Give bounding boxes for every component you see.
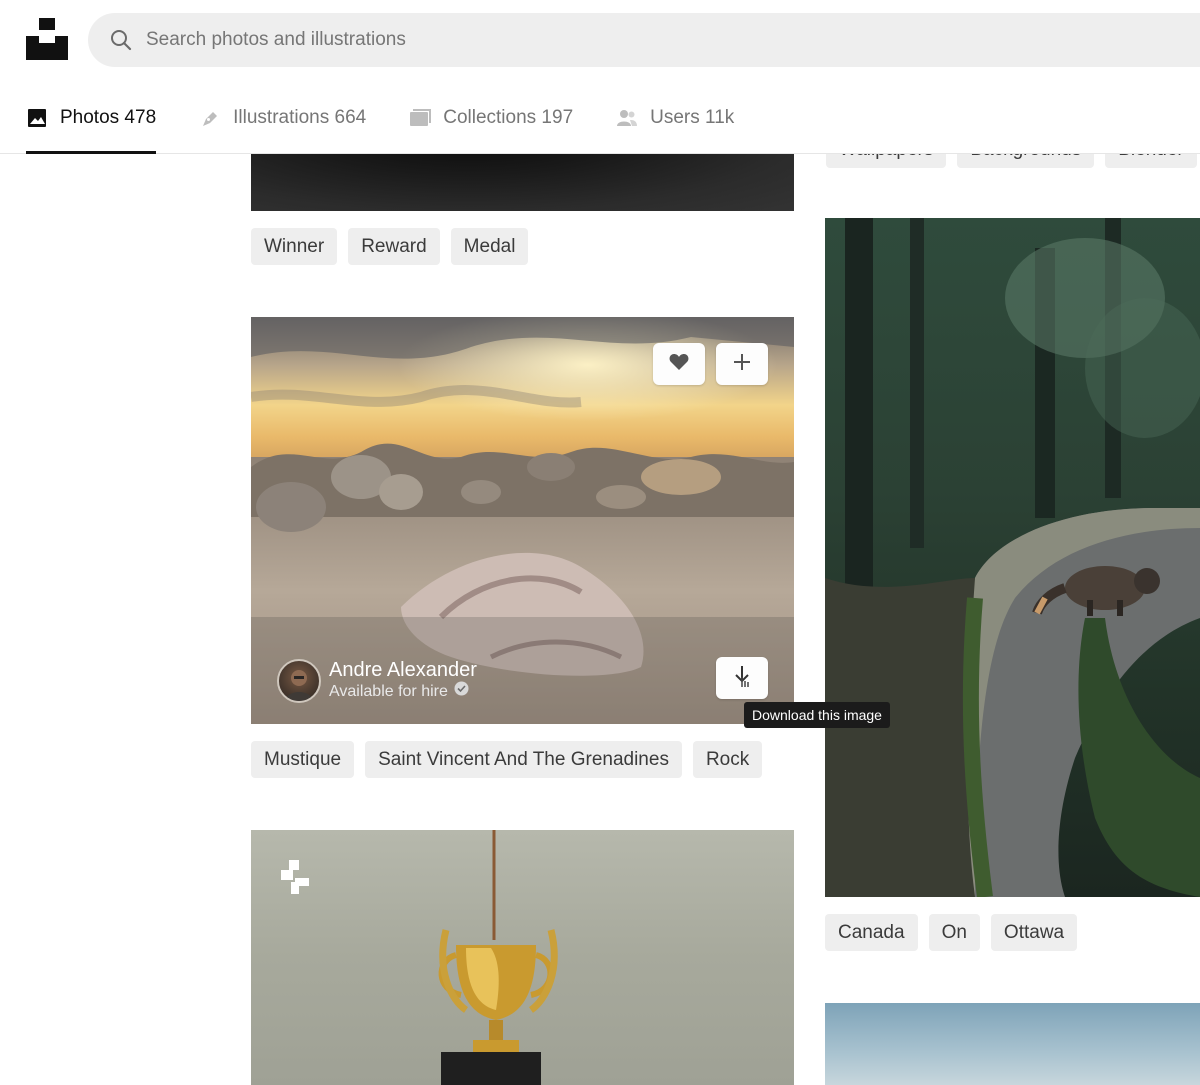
unsplash-logo[interactable] [26, 18, 68, 60]
users-icon [616, 107, 638, 129]
tab-illustrations[interactable]: Illustrations 664 [199, 96, 366, 140]
search-bar[interactable] [88, 13, 1200, 67]
tab-users[interactable]: Users 11k [616, 96, 734, 140]
tag-on[interactable]: On [928, 914, 980, 951]
search-icon[interactable] [110, 29, 132, 51]
heart-icon [669, 353, 689, 376]
tag-reward[interactable]: Reward [348, 228, 440, 265]
raccoon-photo [825, 218, 1200, 897]
tab-illustrations-label: Illustrations 664 [233, 107, 367, 128]
tab-collections[interactable]: Collections 197 [409, 96, 573, 140]
card3-tags: Canada On Ottawa [825, 914, 1078, 951]
download-tooltip: Download this image [744, 702, 890, 728]
add-to-collection-button[interactable] [716, 343, 768, 385]
tag-rock[interactable]: Rock [692, 741, 763, 778]
tag-ottawa[interactable]: Ottawa [990, 914, 1078, 951]
tab-photos[interactable]: Photos 478 [26, 96, 157, 154]
plus-badge-icon [279, 858, 317, 901]
tag-medal[interactable]: Medal [450, 228, 529, 265]
author-status: Available for hire [329, 681, 477, 703]
photo-card-sky[interactable] [825, 1003, 1200, 1085]
like-button[interactable] [653, 343, 705, 385]
trophy-illustration [438, 830, 558, 1085]
tab-users-label: Users 11k [650, 107, 735, 128]
tab-collections-label: Collections 197 [443, 107, 574, 128]
download-arrow-icon [732, 665, 752, 692]
tab-photos-label: Photos 478 [60, 107, 157, 128]
collections-icon [409, 107, 432, 129]
author-info[interactable]: Andre Alexander Available for hire [277, 659, 477, 703]
plus-icon [733, 353, 751, 376]
verified-check-icon [454, 681, 469, 703]
card1-tags: Winner Reward Medal [251, 228, 529, 265]
search-tabs: Photos 478 Illustrations 664 Collections… [26, 96, 777, 154]
tag-winner[interactable]: Winner [251, 228, 338, 265]
card2-tags: Mustique Saint Vincent And The Grenadine… [251, 741, 763, 778]
photo-card-trophy[interactable] [251, 830, 794, 1085]
photo-icon [26, 107, 48, 129]
download-button[interactable] [716, 657, 768, 699]
tag-saint-vincent[interactable]: Saint Vincent And The Grenadines [365, 741, 682, 778]
tag-canada[interactable]: Canada [825, 914, 918, 951]
photo-card-conch[interactable]: Andre Alexander Available for hire [251, 317, 794, 724]
pen-icon [199, 107, 221, 129]
top-header: Photos 478 Illustrations 664 Collections… [0, 0, 1200, 154]
photo-card-raccoon[interactable] [825, 218, 1200, 897]
author-name[interactable]: Andre Alexander [329, 659, 477, 681]
avatar[interactable] [277, 659, 321, 703]
tag-mustique[interactable]: Mustique [251, 741, 355, 778]
search-input[interactable] [146, 13, 1046, 67]
